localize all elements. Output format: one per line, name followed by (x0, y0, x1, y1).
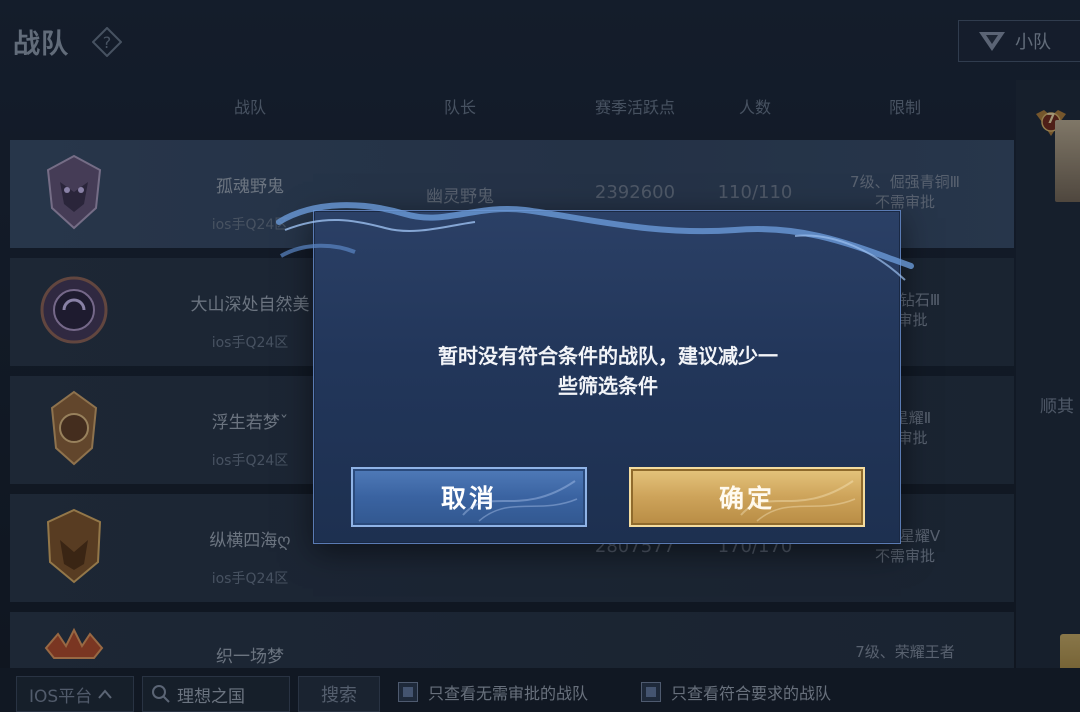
cancel-button[interactable]: 取消 (351, 467, 587, 527)
dialog-message-line2: 些筛选条件 (558, 374, 658, 398)
confirm-button[interactable]: 确定 (629, 467, 865, 527)
team-search-screen: 战队 ? 小队 战队 队长 赛季活跃点 人数 限制 孤魂野鬼 ios手Q24区 … (0, 0, 1080, 712)
no-results-dialog: 暂时没有符合条件的战队，建议减少一 些筛选条件 取消 确定 (313, 210, 901, 544)
dialog-message-line1: 暂时没有符合条件的战队，建议减少一 (438, 344, 778, 368)
dialog-message: 暂时没有符合条件的战队，建议减少一 些筛选条件 (374, 341, 842, 401)
button-swirl-decoration (462, 480, 578, 522)
button-swirl-decoration (740, 480, 856, 522)
